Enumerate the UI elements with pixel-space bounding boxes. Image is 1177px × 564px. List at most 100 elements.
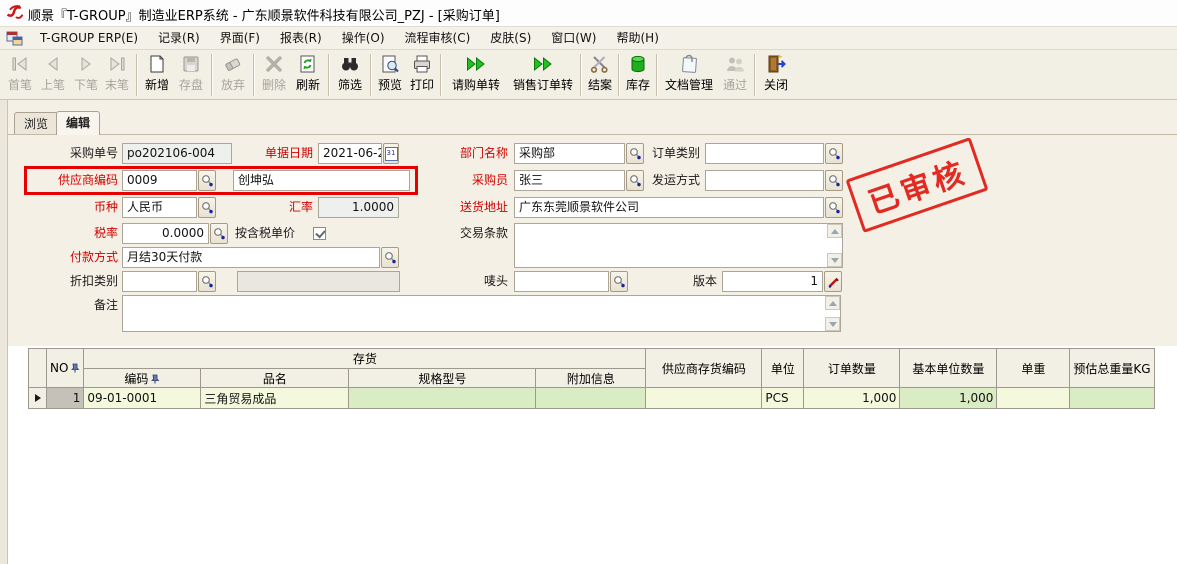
doc-date-input[interactable]: 2021-06-23 31 (318, 143, 399, 164)
magnifier-icon (201, 201, 214, 215)
pin-icon[interactable] (151, 373, 160, 387)
document-management-button[interactable]: 文档管理 (661, 52, 717, 98)
new-button[interactable]: 新增 (141, 52, 173, 98)
cell-code[interactable]: 09-01-0001 (84, 388, 201, 409)
delivery-address-input[interactable]: 广东东莞顺景软件公司 (514, 197, 843, 218)
menu-item-help[interactable]: 帮助(H) (606, 28, 668, 48)
payment-method-label: 付款方式 (18, 247, 118, 268)
grid-header-spec: 规格型号 (349, 369, 536, 388)
lookup-button[interactable] (825, 197, 843, 218)
menu-item-interface[interactable]: 界面(F) (210, 28, 270, 48)
inventory-button[interactable]: 库存 (623, 52, 653, 98)
lookup-button[interactable] (198, 197, 216, 218)
delivery-address-label: 送货地址 (415, 197, 508, 218)
lookup-button[interactable] (610, 271, 628, 292)
remark-textarea[interactable] (122, 295, 841, 332)
supplier-name-input[interactable]: 创坤弘 (233, 170, 410, 191)
cell-unit-weight[interactable] (997, 388, 1070, 409)
cell-unit[interactable]: PCS (762, 388, 804, 409)
payment-method-input[interactable]: 月结30天付款 (122, 247, 399, 268)
exit-door-icon (764, 52, 788, 76)
grid-header-total-weight: 预估总重量KG (1070, 349, 1154, 388)
scroll-up-button[interactable] (827, 224, 842, 238)
toolbar-separator (656, 54, 658, 96)
tab-edit[interactable]: 编辑 (56, 111, 100, 135)
window-menu-icon[interactable] (6, 30, 24, 46)
magnifier-icon (201, 174, 214, 188)
lookup-button[interactable] (825, 170, 843, 191)
print-button[interactable]: 打印 (407, 52, 437, 98)
ship-method-label: 发运方式 (612, 170, 700, 191)
scroll-down-button[interactable] (825, 317, 840, 331)
grid-header-code: 编码 (84, 369, 201, 388)
toolbar: 首笔 上笔 下笔 末笔 新增 存盘 放弃 删除 (0, 50, 1177, 100)
requisition-transfer-button[interactable]: 请购单转 (445, 52, 507, 98)
pin-icon[interactable] (71, 362, 80, 376)
erp-window: 顺景『T-GROUP』制造业ERP系统 - 广东顺景软件科技有限公司_PZJ -… (0, 0, 1177, 564)
eraser-icon (221, 52, 245, 76)
close-case-button[interactable]: 结案 (585, 52, 615, 98)
purchase-no-label: 采购单号 (18, 143, 118, 164)
calendar-icon: 31 (385, 147, 398, 161)
last-record-button: 末笔 (101, 52, 133, 98)
window-title: 顺景『T-GROUP』制造业ERP系统 - 广东顺景软件科技有限公司_PZJ -… (28, 5, 500, 24)
cell-extra[interactable] (536, 388, 646, 409)
magnifier-icon (213, 227, 226, 241)
menu-item-operation[interactable]: 操作(O) (332, 28, 395, 48)
buyer-label: 采购员 (415, 170, 508, 191)
shipping-mark-input[interactable] (514, 271, 628, 292)
title-bar: 顺景『T-GROUP』制造业ERP系统 - 广东顺景软件科技有限公司_PZJ -… (0, 0, 1177, 26)
ship-method-input[interactable] (705, 170, 843, 191)
menu-item-workflow[interactable]: 流程审核(C) (395, 28, 481, 48)
next-record-button: 下笔 (71, 52, 101, 98)
menu-item-skin[interactable]: 皮肤(S) (480, 28, 541, 48)
close-window-button[interactable]: 关闭 (759, 52, 793, 98)
menu-item-record[interactable]: 记录(R) (148, 28, 210, 48)
grid-header-unit-weight: 单重 (997, 349, 1070, 388)
menu-item-tgroup-erp[interactable]: T-GROUP ERP(E) (30, 28, 148, 48)
shipping-mark-label: 唛头 (415, 271, 508, 292)
menu-item-window[interactable]: 窗口(W) (541, 28, 606, 48)
currency-input[interactable]: 人民币 (122, 197, 216, 218)
order-type-input[interactable] (705, 143, 843, 164)
refresh-button[interactable]: 刷新 (292, 52, 324, 98)
calendar-button[interactable]: 31 (383, 143, 399, 164)
tax-rate-input[interactable]: 0.0000 (122, 223, 228, 244)
tab-browse[interactable]: 浏览 (14, 112, 58, 134)
filter-button[interactable]: 筛选 (333, 52, 367, 98)
menu-item-report[interactable]: 报表(R) (270, 28, 332, 48)
trade-terms-label: 交易条款 (415, 223, 508, 244)
lookup-button[interactable] (198, 170, 216, 191)
scroll-up-button[interactable] (825, 296, 840, 310)
toolbar-separator (253, 54, 255, 96)
lookup-button[interactable] (198, 271, 216, 292)
preview-button[interactable]: 预览 (375, 52, 405, 98)
cell-supplier-code[interactable] (646, 388, 762, 409)
new-doc-icon (145, 52, 169, 76)
lookup-button[interactable] (825, 143, 843, 164)
chevron-down-icon (829, 322, 837, 327)
supplier-code-input[interactable]: 0009 (122, 170, 216, 191)
remark-label: 备注 (18, 295, 118, 316)
grid-group-header-inventory: 存货 (84, 349, 646, 369)
trade-terms-textarea[interactable] (514, 223, 843, 268)
row-no-cell: 1 (47, 388, 84, 409)
version-lookup-button[interactable] (824, 271, 842, 292)
toolbar-separator (754, 54, 756, 96)
sales-order-transfer-button[interactable]: 销售订单转 (509, 52, 577, 98)
lookup-button[interactable] (210, 223, 228, 244)
magnifier-icon (613, 275, 626, 289)
cell-spec[interactable] (349, 388, 536, 409)
lookup-button[interactable] (381, 247, 399, 268)
cell-base-qty[interactable]: 1,000 (900, 388, 997, 409)
cell-name[interactable]: 三角贸易成品 (201, 388, 349, 409)
scroll-down-button[interactable] (827, 253, 842, 267)
row-selector-cell[interactable] (29, 388, 47, 409)
discount-type-input[interactable] (122, 271, 216, 292)
cell-total-weight[interactable] (1070, 388, 1154, 409)
tax-included-checkbox[interactable] (313, 227, 326, 240)
cell-qty[interactable]: 1,000 (804, 388, 900, 409)
exchange-rate-input: 1.0000 (318, 197, 399, 218)
version-input[interactable]: 1 (722, 271, 842, 292)
panel-border (8, 134, 1177, 135)
